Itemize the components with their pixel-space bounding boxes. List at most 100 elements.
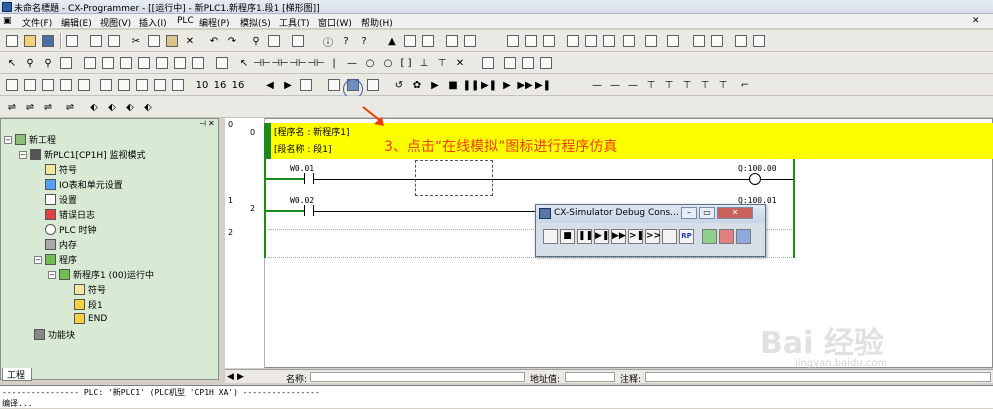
help-icon[interactable]: ? <box>338 33 354 49</box>
tree-node-local-symbols[interactable]: 符号 <box>74 283 106 296</box>
instruction-icon[interactable]: [ ] <box>398 55 414 71</box>
ladder-cursor-icon[interactable]: ↖ <box>236 55 252 71</box>
tree-node-plc[interactable]: − 新PLC1[CP1H] 监视模式 <box>19 148 146 161</box>
replace-icon[interactable] <box>266 33 282 49</box>
tree-node-plc-clock[interactable]: PLC 时钟 <box>45 223 97 236</box>
info-icon[interactable]: ⓘ <box>320 33 336 49</box>
sim-continuous-button[interactable]: ▶▶ <box>611 229 626 244</box>
tree-node-memory[interactable]: 内存 <box>45 238 77 251</box>
tree-node-project[interactable]: − 新工程 <box>4 133 56 146</box>
force-cancel-icon[interactable] <box>601 33 617 49</box>
copy-icon[interactable] <box>146 33 162 49</box>
sim-reset-icon[interactable]: ↺ <box>391 77 407 93</box>
pt-icon[interactable]: ⊥ <box>416 55 432 71</box>
branch4-icon[interactable]: ⊤ <box>697 77 713 93</box>
nav-left-icon[interactable]: ◀ <box>227 372 234 382</box>
sim-timer-button[interactable] <box>719 229 734 244</box>
online-cancel-icon[interactable] <box>665 33 681 49</box>
menu-view[interactable]: 视图(V) <box>100 16 131 29</box>
branch-end-icon[interactable]: ⌐ <box>737 77 753 93</box>
delete-element-icon[interactable]: ✕ <box>452 55 468 71</box>
compare-icon[interactable] <box>462 33 478 49</box>
binary-icon[interactable]: 16 <box>230 77 246 93</box>
contact-no[interactable] <box>304 205 314 216</box>
output-window-icon[interactable] <box>40 77 56 93</box>
address-field[interactable] <box>565 372 615 382</box>
data-trace-icon[interactable] <box>709 33 725 49</box>
sim-setting-button[interactable] <box>736 229 751 244</box>
simulator-settings-icon[interactable] <box>365 77 381 93</box>
sim-break-icon[interactable]: ✿ <box>409 77 425 93</box>
sim-step-in-icon[interactable]: ▶ <box>499 77 515 93</box>
tile-icon[interactable] <box>4 77 20 93</box>
plc-monitor-icon[interactable] <box>420 33 436 49</box>
st-icon[interactable] <box>154 55 170 71</box>
menu-file[interactable]: 文件(F) <box>22 16 52 29</box>
menu-icon[interactable]: ▣ <box>3 16 12 26</box>
menu-tools[interactable]: 工具(T) <box>279 16 310 29</box>
sim-run-icon[interactable]: ▶ <box>427 77 443 93</box>
force-on-icon[interactable] <box>565 33 581 49</box>
align-right-icon[interactable]: — <box>625 77 641 93</box>
symbol-table-icon[interactable]: ⇌ <box>4 99 20 115</box>
sim-run-button[interactable]: >> <box>645 229 661 244</box>
select-icon[interactable]: ↖ <box>4 55 20 71</box>
horizontal-line-icon[interactable]: — <box>344 55 360 71</box>
vertical-line-icon[interactable]: | <box>326 55 342 71</box>
tree-node-io-table[interactable]: IO表和单元设置 <box>45 178 123 191</box>
sim-reset-button[interactable] <box>543 229 558 244</box>
tree-node-symbols[interactable]: 符号 <box>45 163 77 176</box>
address-ref-icon[interactable] <box>76 77 92 93</box>
transfer-icon[interactable] <box>444 33 460 49</box>
tree-node-function-blocks[interactable]: 功能块 <box>34 328 75 341</box>
menu-program[interactable]: 编程(P) <box>199 16 229 29</box>
contact-nc-icon[interactable]: ⊣⊢ <box>271 55 288 71</box>
sim-step-run-button[interactable]: ▶❚ <box>594 229 609 244</box>
debug-mode-icon[interactable] <box>523 33 539 49</box>
coil-nc-icon[interactable]: ○ <box>380 55 396 71</box>
sim-scan-icon[interactable]: ▶❚ <box>535 77 551 93</box>
sim-pause-button[interactable]: ❚❚ <box>577 229 593 244</box>
bookmark-icon[interactable] <box>290 33 306 49</box>
branch5-icon[interactable]: ⊤ <box>715 77 731 93</box>
branch3-icon[interactable]: ⊤ <box>679 77 695 93</box>
tree-node-end[interactable]: END <box>74 313 107 324</box>
context-help-icon[interactable]: ? <box>356 33 372 49</box>
force-off-icon[interactable] <box>583 33 599 49</box>
comment-field[interactable] <box>645 372 991 382</box>
sim-step-run-icon[interactable]: ▶❚ <box>481 77 497 93</box>
watch-window-icon[interactable] <box>58 77 74 93</box>
fb-icon[interactable] <box>502 55 518 71</box>
cross-ref-icon[interactable] <box>98 77 114 93</box>
zoom-in-icon[interactable]: ⚲ <box>22 55 38 71</box>
grid-icon[interactable] <box>82 55 98 71</box>
redo-icon[interactable]: ↷ <box>224 33 240 49</box>
window-icon[interactable] <box>22 77 38 93</box>
menu-window[interactable]: 窗口(W) <box>318 16 352 29</box>
work-online-icon[interactable] <box>326 77 342 93</box>
close-icon[interactable]: ✕ <box>972 16 980 26</box>
tree-node-settings[interactable]: 设置 <box>45 193 77 206</box>
undo-icon[interactable]: ↶ <box>206 33 222 49</box>
symbol-check-icon[interactable]: ⇌ <box>62 99 78 115</box>
clock-icon[interactable] <box>152 77 168 93</box>
restore-button[interactable]: ▭ <box>699 207 715 219</box>
tree-node-programs[interactable]: − 程序 <box>34 253 77 266</box>
tree-node-section1[interactable]: 段1 <box>74 298 103 311</box>
online-edit-icon[interactable] <box>621 33 637 49</box>
name-field[interactable] <box>310 372 525 382</box>
save-icon[interactable] <box>40 33 56 49</box>
tools-icon[interactable] <box>733 33 749 49</box>
open-icon[interactable] <box>22 33 38 49</box>
menu-help[interactable]: 帮助(H) <box>361 16 393 29</box>
contact-or-icon[interactable]: ⊣⊢ <box>289 55 306 71</box>
close-button[interactable]: ✕ <box>717 207 753 219</box>
coil-icon[interactable]: ○ <box>362 55 378 71</box>
menu-plc[interactable]: PLC <box>177 16 194 26</box>
comment-icon[interactable] <box>100 55 116 71</box>
align-center-icon[interactable]: — <box>607 77 623 93</box>
print-setup-icon[interactable] <box>106 33 122 49</box>
warning-icon[interactable]: ▲ <box>384 33 400 49</box>
sim-scan-button[interactable]: >❚ <box>628 229 644 244</box>
memory-icon[interactable] <box>134 77 150 93</box>
